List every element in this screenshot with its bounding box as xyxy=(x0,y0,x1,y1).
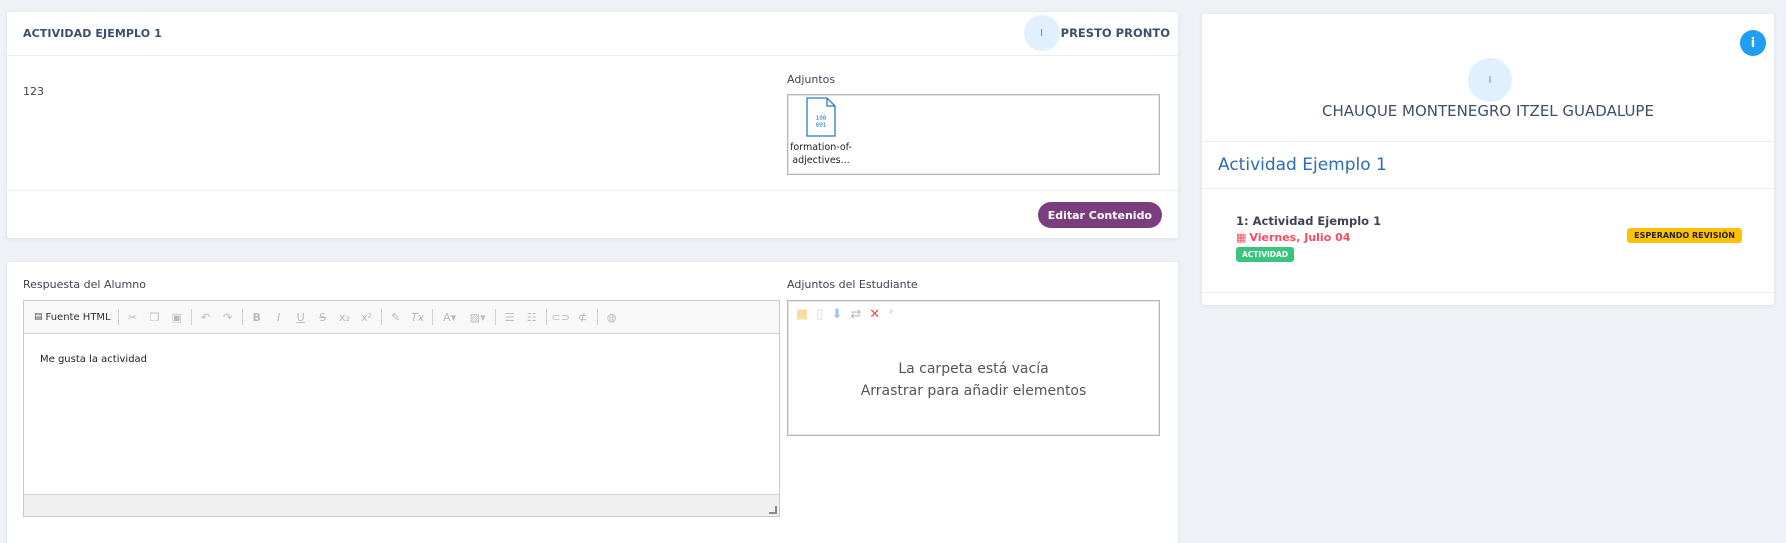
editor-footer xyxy=(24,494,779,516)
side-activity-title: Actividad Ejemplo 1 xyxy=(1202,142,1774,189)
teacher-info: I PRESTO PRONTO xyxy=(1023,15,1170,51)
toolbar-separator xyxy=(380,309,382,325)
student-attachments-dropzone[interactable]: ■ ▯ ⬇ ⇄ ✕ » La carpeta está vacía Arrast… xyxy=(787,300,1160,436)
activity-header: ACTIVIDAD EJEMPLO 1 I PRESTO PRONTO xyxy=(7,12,1178,56)
download-icon[interactable]: ⬇ xyxy=(831,307,842,322)
file-item[interactable]: 100 001 formation-of- adjectives... xyxy=(790,97,852,167)
html-source-button[interactable]: ▤ Fuente HTML xyxy=(34,312,111,323)
svg-text:100: 100 xyxy=(816,115,827,122)
response-card: Respuesta del Alumno ▤ Fuente HTML ✂ ❐ ▣… xyxy=(7,262,1178,543)
attachments-label: Adjuntos xyxy=(787,73,836,86)
cut-icon[interactable]: ✂ xyxy=(122,311,144,324)
link-icon[interactable]: ⊂⊃ xyxy=(550,311,572,324)
toolbar-separator xyxy=(596,309,598,325)
activity-item-date: ▦ Viernes, Julio 04 xyxy=(1236,231,1350,244)
editor-toolbar: ▤ Fuente HTML ✂ ❐ ▣ ↶ ↷ B I U S x₂ x² ✎ … xyxy=(24,301,779,334)
subscript-icon[interactable]: x₂ xyxy=(334,311,356,324)
calendar-icon: ▦ xyxy=(1236,231,1247,244)
edit-content-button[interactable]: Editar Contenido xyxy=(1037,202,1162,228)
toolbar-separator xyxy=(545,309,547,325)
divider xyxy=(7,190,1178,191)
toolbar-separator xyxy=(241,309,243,325)
strikethrough-icon[interactable]: S xyxy=(312,311,334,324)
unlink-icon[interactable]: ⊄ xyxy=(572,311,594,324)
format-painter-icon[interactable]: ✎ xyxy=(385,311,407,324)
teacher-avatar: I xyxy=(1023,15,1060,51)
remove-format-icon[interactable]: Tx xyxy=(407,311,429,324)
superscript-icon[interactable]: x² xyxy=(356,311,378,324)
activity-description: 123 xyxy=(23,85,44,98)
toolbar-separator xyxy=(494,309,496,325)
activity-type-badge: ACTIVIDAD xyxy=(1236,247,1295,262)
new-folder-icon[interactable]: ■ xyxy=(796,307,808,322)
activity-item-title: 1: Actividad Ejemplo 1 xyxy=(1236,214,1382,228)
student-header: i I CHAUQUE MONTENEGRO ITZEL GUADALUPE xyxy=(1202,14,1774,142)
file-manager-toolbar: ■ ▯ ⬇ ⇄ ✕ » xyxy=(796,307,894,322)
toolbar-separator xyxy=(117,309,119,325)
activity-list-item[interactable]: 1: Actividad Ejemplo 1 ▦ Viernes, Julio … xyxy=(1202,189,1774,293)
toolbar-separator xyxy=(431,309,433,325)
student-name: CHAUQUE MONTENEGRO ITZEL GUADALUPE xyxy=(1322,102,1654,120)
bold-icon[interactable]: B xyxy=(246,311,268,324)
new-file-icon[interactable]: ▯ xyxy=(816,307,823,322)
redo-icon[interactable]: ↷ xyxy=(217,311,239,324)
attachments-box: 100 001 formation-of- adjectives... xyxy=(787,94,1160,175)
toolbar-separator xyxy=(190,309,192,325)
teacher-name: PRESTO PRONTO xyxy=(1060,26,1170,40)
text-color-icon[interactable]: A▾ xyxy=(436,311,464,324)
globe-icon[interactable]: ◍ xyxy=(601,311,623,324)
file-name-line1: formation-of- xyxy=(790,142,852,153)
activity-title: ACTIVIDAD EJEMPLO 1 xyxy=(23,27,162,40)
info-icon[interactable]: i xyxy=(1740,30,1766,56)
delete-icon[interactable]: ✕ xyxy=(869,307,880,322)
editor-content[interactable]: Me gusta la actividad xyxy=(24,334,779,385)
student-response-label: Respuesta del Alumno xyxy=(23,278,146,291)
binary-file-icon: 100 001 xyxy=(806,97,836,137)
drag-hint-message: Arrastrar para añadir elementos xyxy=(860,383,1087,399)
copy-icon[interactable]: ❐ xyxy=(144,311,166,324)
html-source-label: Fuente HTML xyxy=(45,311,111,323)
student-attachments-label: Adjuntos del Estudiante xyxy=(787,278,918,291)
source-icon: ▤ xyxy=(34,312,43,322)
file-name-line2: adjectives... xyxy=(792,155,850,166)
empty-folder-message: La carpeta está vacía xyxy=(898,361,1049,377)
status-badge: ESPERANDO REVISIÓN xyxy=(1627,228,1742,243)
undo-icon[interactable]: ↶ xyxy=(195,311,217,324)
italic-icon[interactable]: I xyxy=(268,311,290,324)
student-summary-card: i I CHAUQUE MONTENEGRO ITZEL GUADALUPE A… xyxy=(1202,14,1774,305)
svg-text:001: 001 xyxy=(816,122,827,129)
rename-icon[interactable]: ⇄ xyxy=(850,307,861,322)
activity-date-text: Viernes, Julio 04 xyxy=(1249,231,1351,244)
more-icon[interactable]: » xyxy=(888,307,894,322)
numbered-list-icon[interactable]: ☰ xyxy=(499,311,521,324)
bulleted-list-icon[interactable]: ☷ xyxy=(521,311,543,324)
student-avatar: I xyxy=(1468,58,1512,102)
activity-card: ACTIVIDAD EJEMPLO 1 I PRESTO PRONTO 123 … xyxy=(7,12,1178,238)
underline-icon[interactable]: U xyxy=(290,311,312,324)
rich-text-editor[interactable]: ▤ Fuente HTML ✂ ❐ ▣ ↶ ↷ B I U S x₂ x² ✎ … xyxy=(23,300,780,517)
resize-handle-icon[interactable] xyxy=(769,506,777,514)
background-color-icon[interactable]: ▨▾ xyxy=(464,311,492,324)
paste-icon[interactable]: ▣ xyxy=(166,311,188,324)
